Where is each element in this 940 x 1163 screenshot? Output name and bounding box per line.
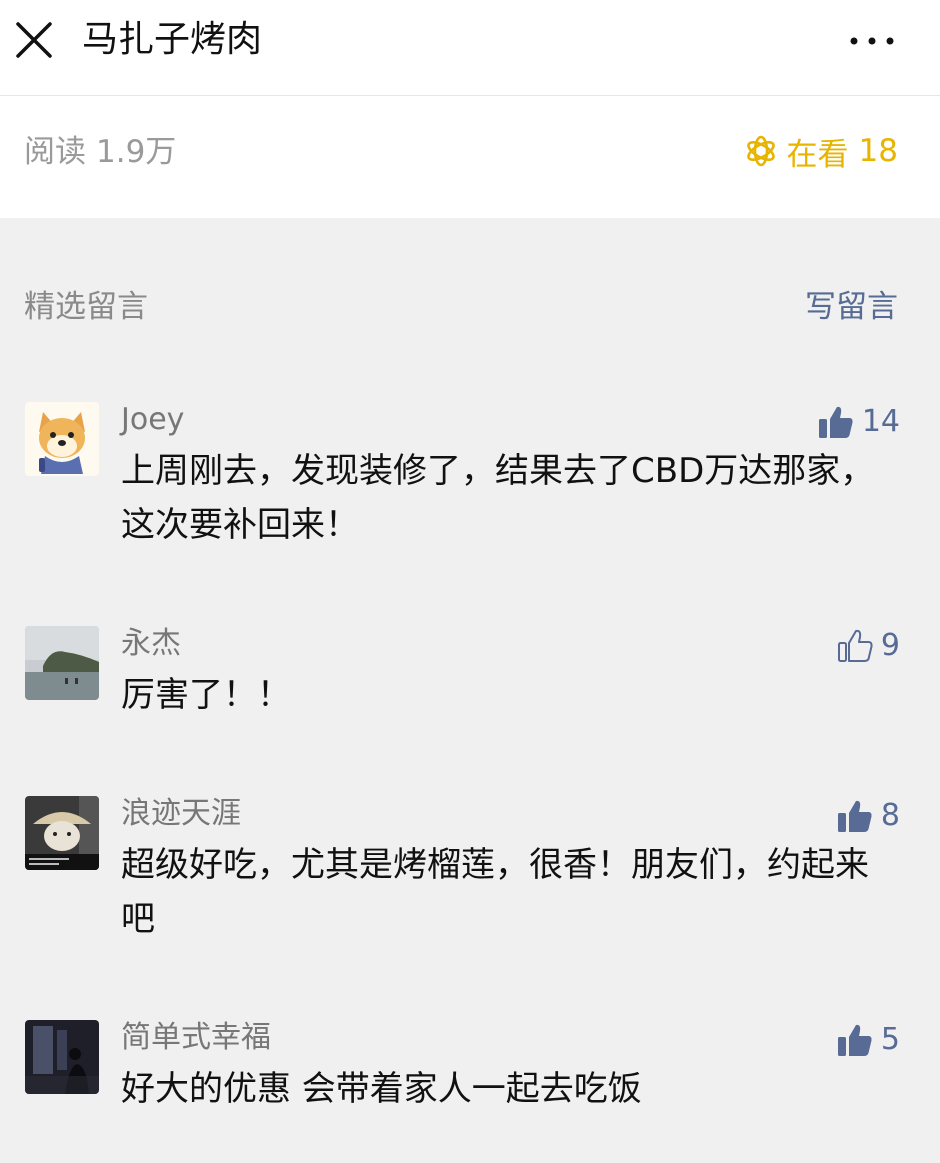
read-number: 1.9万 — [96, 134, 177, 170]
top-bar: 马扎子烤肉 — [0, 0, 940, 96]
like-button[interactable]: 5 — [837, 1018, 900, 1062]
avatar[interactable] — [25, 1020, 99, 1094]
zaikan-icon — [746, 135, 775, 167]
article-stats: 阅读 1.9万 在看 18 — [0, 96, 940, 218]
section-title: 精选留言 — [24, 289, 148, 325]
thumbs-up-outline-icon — [837, 629, 873, 662]
write-comment-link[interactable]: 写留言 — [805, 284, 898, 330]
comment-text: 超级好吃，尤其是烤榴莲，很香！朋友们，约起来吧 — [121, 845, 869, 939]
avatar[interactable] — [25, 626, 99, 700]
thumbs-up-filled-icon — [818, 406, 853, 438]
read-label: 阅读 — [24, 134, 86, 170]
avatar-night-silhouette-image — [25, 1020, 99, 1094]
more-button[interactable] — [842, 20, 902, 60]
zaikan-number: 18 — [858, 133, 898, 169]
like-count: 9 — [880, 628, 900, 663]
avatar-shiba-image — [25, 402, 99, 476]
like-count: 8 — [880, 798, 900, 833]
read-count: 阅读 1.9万 — [24, 130, 176, 174]
comment-nickname: 永杰 — [121, 626, 181, 661]
avatar-lake-image — [25, 626, 99, 700]
like-button[interactable]: 9 — [837, 624, 900, 668]
comment-nickname: Joey — [121, 402, 185, 437]
avatar-dog-hat-image — [25, 796, 99, 870]
comment-nickname: 浪迹天涯 — [121, 796, 241, 831]
thumbs-up-filled-icon — [837, 800, 872, 832]
like-button[interactable]: 14 — [818, 400, 900, 444]
zaikan-button[interactable]: 在看 18 — [743, 128, 898, 174]
comment-text: 上周刚去，发现装修了，结果去了CBD万达那家，这次要补回来！ — [121, 451, 875, 545]
avatar[interactable] — [25, 796, 99, 870]
thumbs-up-filled-icon — [837, 1024, 872, 1056]
like-count: 5 — [880, 1022, 900, 1057]
close-button[interactable] — [14, 18, 54, 62]
comments-header: 精选留言 写留言 — [0, 284, 940, 330]
page-title: 马扎子烤肉 — [82, 19, 263, 60]
like-count: 14 — [861, 404, 900, 439]
avatar[interactable] — [25, 402, 99, 476]
close-icon — [16, 22, 52, 58]
comment-text: 好大的优惠 会带着家人一起去吃饭 — [121, 1069, 642, 1109]
zaikan-label: 在看 — [786, 136, 849, 173]
comment-text: 厉害了！！ — [121, 675, 291, 715]
like-button[interactable]: 8 — [837, 794, 900, 838]
comment-nickname: 简单式幸福 — [121, 1020, 271, 1055]
more-icon — [850, 37, 894, 45]
